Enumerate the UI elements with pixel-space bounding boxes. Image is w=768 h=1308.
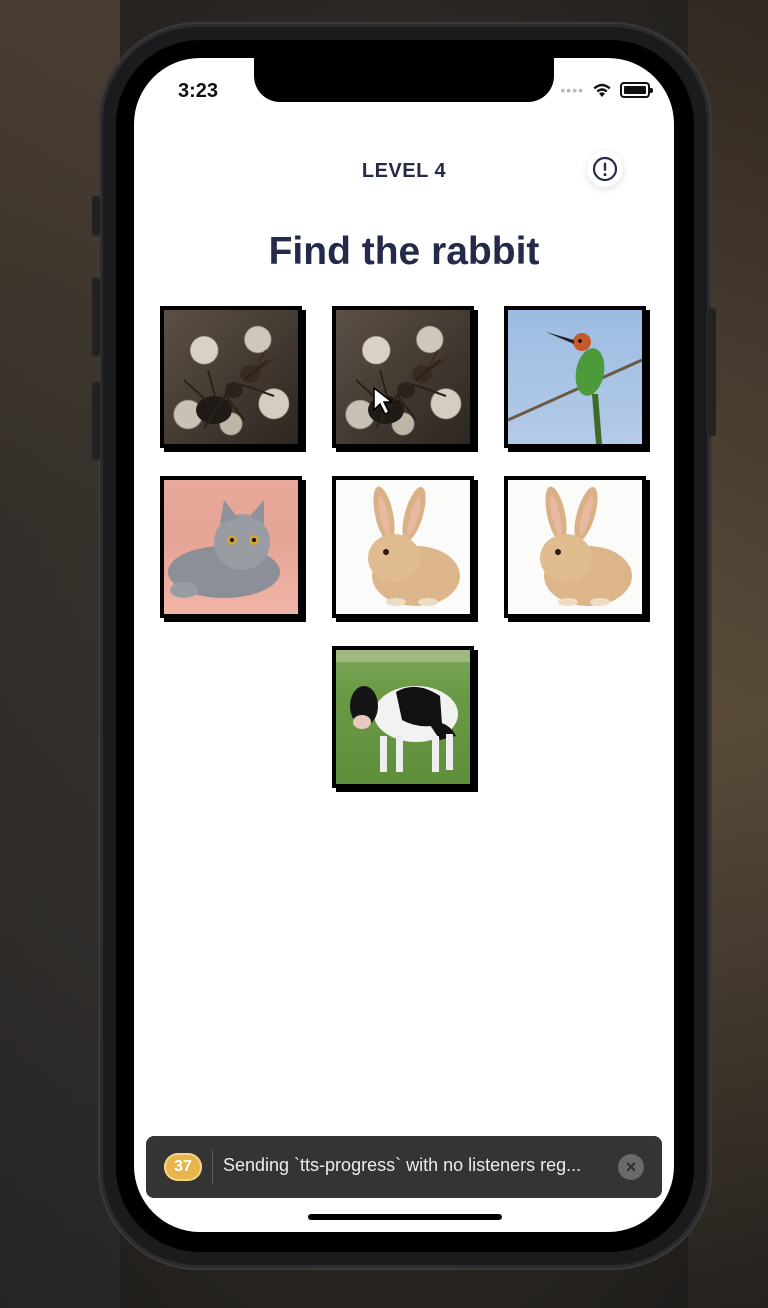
home-indicator[interactable] (308, 1214, 502, 1220)
info-button[interactable] (587, 151, 623, 187)
volume-down-button (92, 382, 100, 460)
ant-image (164, 310, 298, 444)
tile-ant[interactable] (160, 306, 302, 448)
rabbit-image (508, 480, 642, 614)
notch (254, 58, 554, 102)
tile-cow[interactable] (332, 646, 474, 788)
power-button (708, 308, 716, 436)
status-time: 3:23 (178, 80, 219, 102)
divider (212, 1150, 213, 1184)
mute-switch (92, 196, 100, 236)
log-count-badge: 37 (164, 1153, 202, 1181)
cow-image (336, 650, 470, 784)
rabbit-image (336, 480, 470, 614)
battery-icon (620, 82, 653, 98)
close-icon[interactable]: × (618, 1154, 644, 1180)
wifi-icon (593, 83, 611, 97)
prompt-title: Find the rabbit (268, 230, 540, 273)
tile-rabbit[interactable] (504, 476, 646, 618)
volume-up-button (92, 278, 100, 356)
tile-rabbit[interactable] (332, 476, 474, 618)
phone-screen: 3:23 •••• LEVEL 4 Find the rabbit 37 Sen… (134, 58, 674, 1232)
tile-bird[interactable] (504, 306, 646, 448)
log-message: Sending `tts-progress` with no listeners… (223, 1155, 582, 1175)
cat-image (164, 480, 298, 614)
signal-dots-icon: •••• (560, 82, 584, 98)
exclamation-circle-icon (592, 156, 618, 182)
ant-image (336, 310, 470, 444)
tile-ant[interactable] (332, 306, 474, 448)
bird-image (508, 310, 642, 444)
log-notification[interactable]: 37 Sending `tts-progress` with no listen… (146, 1136, 662, 1198)
tile-cat[interactable] (160, 476, 302, 618)
status-icons: •••• (560, 82, 653, 98)
